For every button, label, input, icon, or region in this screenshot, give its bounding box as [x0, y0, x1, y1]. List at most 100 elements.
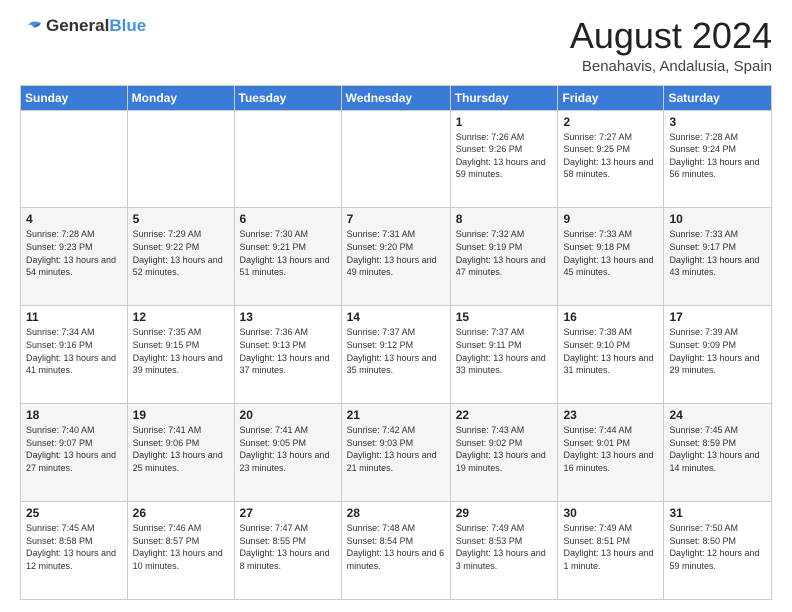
calendar-day-cell: 2 Sunrise: 7:27 AMSunset: 9:25 PMDaylight… [558, 110, 664, 208]
calendar-day-cell: 27 Sunrise: 7:47 AMSunset: 8:55 PMDayligh… [234, 502, 341, 600]
calendar-day-header: Monday [127, 85, 234, 110]
calendar-day-cell: 28 Sunrise: 7:48 AMSunset: 8:54 PMDayligh… [341, 502, 450, 600]
day-number: 14 [347, 310, 445, 324]
calendar-day-header: Friday [558, 85, 664, 110]
logo-blue-text: Blue [109, 16, 146, 36]
day-info: Sunrise: 7:41 AMSunset: 9:05 PMDaylight:… [240, 424, 336, 474]
day-info: Sunrise: 7:49 AMSunset: 8:51 PMDaylight:… [563, 522, 658, 572]
day-info: Sunrise: 7:43 AMSunset: 9:02 PMDaylight:… [456, 424, 553, 474]
calendar-day-cell: 26Sunrise: 7:46 AMSunset: 8:57 PMDayligh… [127, 502, 234, 600]
day-number: 2 [563, 115, 658, 129]
calendar-day-header: Wednesday [341, 85, 450, 110]
calendar-day-cell: 6Sunrise: 7:30 AMSunset: 9:21 PMDaylight… [234, 208, 341, 306]
day-number: 5 [133, 212, 229, 226]
header: General Blue August 2024 Benahavis, Anda… [20, 16, 772, 75]
day-number: 31 [669, 506, 766, 520]
calendar-day-cell: 25 Sunrise: 7:45 AMSunset: 8:58 PMDayligh… [21, 502, 128, 600]
day-info: Sunrise: 7:47 AMSunset: 8:55 PMDaylight:… [240, 522, 336, 572]
calendar-week-row: 1 Sunrise: 7:26 AMSunset: 9:26 PMDaylight… [21, 110, 772, 208]
location-subtitle: Benahavis, Andalusia, Spain [570, 58, 772, 75]
day-number: 7 [347, 212, 445, 226]
day-number: 20 [240, 408, 336, 422]
calendar-day-cell: 12Sunrise: 7:35 AMSunset: 9:15 PMDayligh… [127, 306, 234, 404]
calendar-day-cell: 17 Sunrise: 7:39 AMSunset: 9:09 PMDayligh… [664, 306, 772, 404]
calendar-day-cell: 14 Sunrise: 7:37 AMSunset: 9:12 PMDayligh… [341, 306, 450, 404]
calendar-day-cell: 30 Sunrise: 7:49 AMSunset: 8:51 PMDayligh… [558, 502, 664, 600]
title-block: August 2024 Benahavis, Andalusia, Spain [570, 16, 772, 75]
day-number: 28 [347, 506, 445, 520]
calendar-day-cell: 15 Sunrise: 7:37 AMSunset: 9:11 PMDayligh… [450, 306, 558, 404]
calendar-day-cell: 19Sunrise: 7:41 AMSunset: 9:06 PMDayligh… [127, 404, 234, 502]
calendar-week-row: 18 Sunrise: 7:40 AMSunset: 9:07 PMDayligh… [21, 404, 772, 502]
day-info: Sunrise: 7:45 AMSunset: 8:58 PMDaylight:… [26, 522, 122, 572]
calendar-day-cell: 9 Sunrise: 7:33 AMSunset: 9:18 PMDaylight… [558, 208, 664, 306]
calendar-day-cell: 10 Sunrise: 7:33 AMSunset: 9:17 PMDayligh… [664, 208, 772, 306]
calendar-week-row: 11Sunrise: 7:34 AMSunset: 9:16 PMDayligh… [21, 306, 772, 404]
day-info: Sunrise: 7:49 AMSunset: 8:53 PMDaylight:… [456, 522, 553, 572]
day-info: Sunrise: 7:33 AMSunset: 9:17 PMDaylight:… [669, 228, 766, 278]
calendar-day-cell [21, 110, 128, 208]
day-info: Sunrise: 7:50 AMSunset: 8:50 PMDaylight:… [669, 522, 766, 572]
day-info: Sunrise: 7:35 AMSunset: 9:15 PMDaylight:… [133, 326, 229, 376]
day-info: Sunrise: 7:39 AMSunset: 9:09 PMDaylight:… [669, 326, 766, 376]
calendar-day-cell: 29Sunrise: 7:49 AMSunset: 8:53 PMDayligh… [450, 502, 558, 600]
day-number: 6 [240, 212, 336, 226]
day-number: 4 [26, 212, 122, 226]
calendar-week-row: 25 Sunrise: 7:45 AMSunset: 8:58 PMDayligh… [21, 502, 772, 600]
calendar-day-header: Tuesday [234, 85, 341, 110]
calendar-table: SundayMondayTuesdayWednesdayThursdayFrid… [20, 85, 772, 600]
day-number: 15 [456, 310, 553, 324]
day-number: 8 [456, 212, 553, 226]
day-number: 18 [26, 408, 122, 422]
day-info: Sunrise: 7:26 AMSunset: 9:26 PMDaylight:… [456, 131, 553, 181]
logo-general-text: General [46, 16, 109, 36]
calendar-day-header: Thursday [450, 85, 558, 110]
day-number: 30 [563, 506, 658, 520]
day-number: 13 [240, 310, 336, 324]
day-number: 21 [347, 408, 445, 422]
day-info: Sunrise: 7:40 AMSunset: 9:07 PMDaylight:… [26, 424, 122, 474]
day-number: 23 [563, 408, 658, 422]
day-number: 22 [456, 408, 553, 422]
calendar-day-cell: 24 Sunrise: 7:45 AMSunset: 8:59 PMDayligh… [664, 404, 772, 502]
calendar-day-cell: 4 Sunrise: 7:28 AMSunset: 9:23 PMDaylight… [21, 208, 128, 306]
calendar-day-cell: 11Sunrise: 7:34 AMSunset: 9:16 PMDayligh… [21, 306, 128, 404]
day-info: Sunrise: 7:28 AMSunset: 9:23 PMDaylight:… [26, 228, 122, 278]
calendar-day-cell [341, 110, 450, 208]
day-info: Sunrise: 7:31 AMSunset: 9:20 PMDaylight:… [347, 228, 445, 278]
calendar-day-header: Sunday [21, 85, 128, 110]
day-info: Sunrise: 7:29 AMSunset: 9:22 PMDaylight:… [133, 228, 229, 278]
day-number: 27 [240, 506, 336, 520]
day-info: Sunrise: 7:34 AMSunset: 9:16 PMDaylight:… [26, 326, 122, 376]
day-number: 25 [26, 506, 122, 520]
logo-bird-icon [22, 17, 44, 35]
day-info: Sunrise: 7:33 AMSunset: 9:18 PMDaylight:… [563, 228, 658, 278]
day-number: 24 [669, 408, 766, 422]
day-info: Sunrise: 7:37 AMSunset: 9:12 PMDaylight:… [347, 326, 445, 376]
day-info: Sunrise: 7:28 AMSunset: 9:24 PMDaylight:… [669, 131, 766, 181]
day-number: 9 [563, 212, 658, 226]
day-info: Sunrise: 7:37 AMSunset: 9:11 PMDaylight:… [456, 326, 553, 376]
day-info: Sunrise: 7:41 AMSunset: 9:06 PMDaylight:… [133, 424, 229, 474]
day-number: 10 [669, 212, 766, 226]
calendar-day-cell: 3 Sunrise: 7:28 AMSunset: 9:24 PMDaylight… [664, 110, 772, 208]
calendar-day-cell: 31 Sunrise: 7:50 AMSunset: 8:50 PMDayligh… [664, 502, 772, 600]
day-number: 1 [456, 115, 553, 129]
day-info: Sunrise: 7:27 AMSunset: 9:25 PMDaylight:… [563, 131, 658, 181]
day-number: 17 [669, 310, 766, 324]
calendar-page: General Blue August 2024 Benahavis, Anda… [0, 0, 792, 612]
day-number: 16 [563, 310, 658, 324]
calendar-day-header: Saturday [664, 85, 772, 110]
calendar-day-cell: 16 Sunrise: 7:38 AMSunset: 9:10 PMDayligh… [558, 306, 664, 404]
day-info: Sunrise: 7:38 AMSunset: 9:10 PMDaylight:… [563, 326, 658, 376]
calendar-day-cell: 1 Sunrise: 7:26 AMSunset: 9:26 PMDaylight… [450, 110, 558, 208]
day-number: 3 [669, 115, 766, 129]
calendar-day-cell: 18 Sunrise: 7:40 AMSunset: 9:07 PMDayligh… [21, 404, 128, 502]
calendar-day-cell: 23Sunrise: 7:44 AMSunset: 9:01 PMDayligh… [558, 404, 664, 502]
day-info: Sunrise: 7:36 AMSunset: 9:13 PMDaylight:… [240, 326, 336, 376]
day-info: Sunrise: 7:45 AMSunset: 8:59 PMDaylight:… [669, 424, 766, 474]
calendar-header-row: SundayMondayTuesdayWednesdayThursdayFrid… [21, 85, 772, 110]
logo: General Blue [20, 16, 146, 36]
day-info: Sunrise: 7:48 AMSunset: 8:54 PMDaylight:… [347, 522, 445, 572]
calendar-day-cell [127, 110, 234, 208]
